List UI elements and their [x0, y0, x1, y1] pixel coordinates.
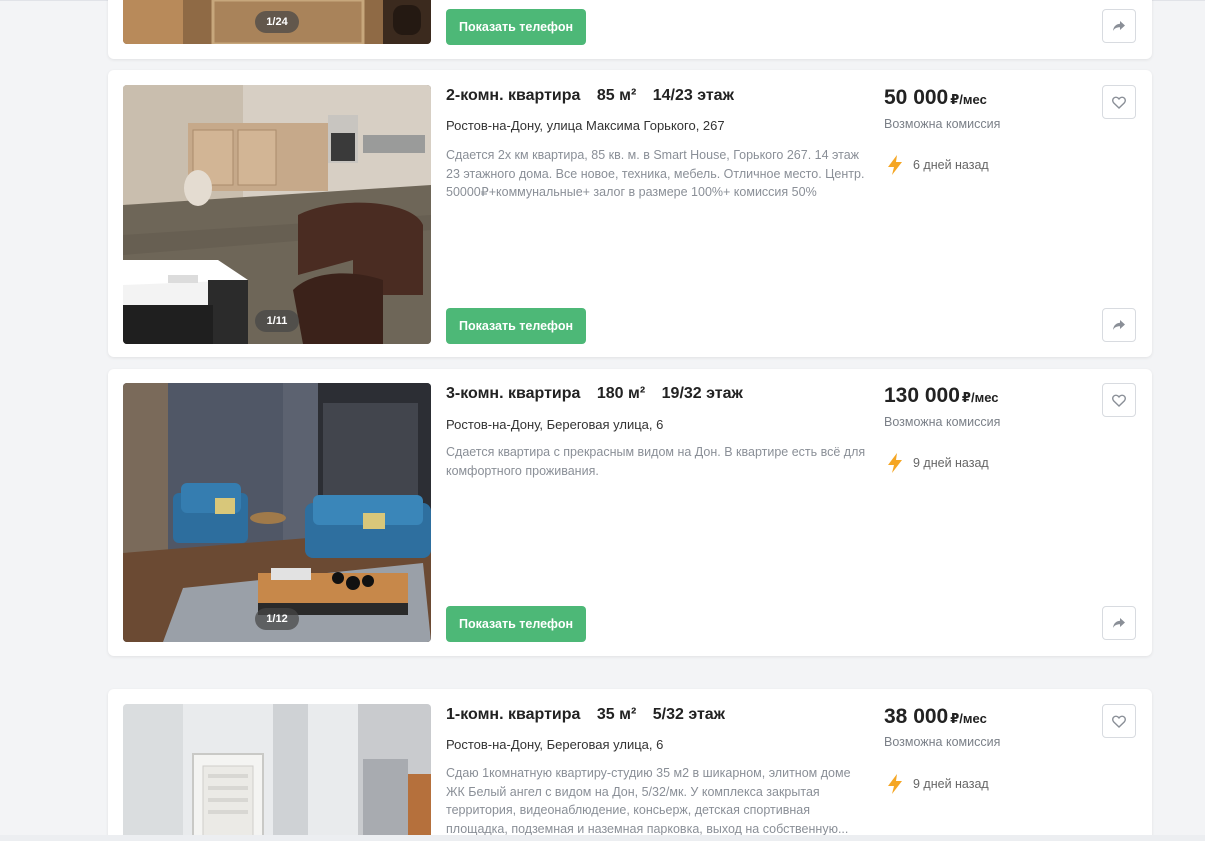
room-count: 3-комн. квартира — [446, 385, 581, 402]
description: Сдается квартира с прекрасным видом на Д… — [446, 445, 866, 478]
listing-age: 6 дней назад — [884, 154, 989, 176]
commission-note: Возможна комиссия — [884, 735, 1001, 749]
listing-photo[interactable] — [123, 704, 431, 841]
favorite-button[interactable] — [1102, 704, 1136, 738]
description: Сдаю 1комнатную квартиру-студию 35 м2 в … — [446, 766, 851, 836]
listing-photo[interactable]: 1/12 — [123, 383, 431, 642]
photo-image — [123, 85, 431, 344]
photo-image — [123, 704, 431, 841]
area: 35 м² — [596, 706, 637, 723]
listing-title[interactable]: 1-комн. квартира 35 м² 5/32 этаж — [446, 706, 737, 724]
age-text: 9 дней назад — [913, 456, 989, 470]
description: Сдается 2х км квартира, 85 кв. м. в Smar… — [446, 148, 865, 199]
commission-note: Возможна комиссия — [884, 415, 1001, 429]
floor: 19/32 этаж — [661, 385, 743, 402]
listing-age: 9 дней назад — [884, 773, 989, 795]
price: 38 000 ₽/мес — [884, 705, 987, 729]
listing-card[interactable]: 1/11 2-комн. квартира 85 м² 14/23 этаж Р… — [108, 70, 1152, 357]
floor: 14/23 этаж — [652, 87, 734, 104]
price-value: 130 000 — [884, 384, 960, 407]
listing-card[interactable]: 1/24 Показать телефон — [108, 0, 1152, 59]
listing-card[interactable]: 1-комн. квартира 35 м² 5/32 этаж Ростов-… — [108, 689, 1152, 841]
photo-counter: 1/11 — [255, 310, 299, 332]
share-arrow-icon — [1113, 320, 1125, 330]
listing-age: 9 дней назад — [884, 452, 989, 474]
address: Ростов-на-Дону, Береговая улица, 6 — [446, 737, 664, 752]
listing-photo[interactable]: 1/24 — [123, 0, 431, 44]
bottom-edge — [0, 835, 1205, 841]
favorite-button[interactable] — [1102, 85, 1136, 119]
share-arrow-icon — [1113, 21, 1125, 31]
price: 50 000 ₽/мес — [884, 86, 987, 110]
heart-icon — [1112, 394, 1126, 407]
price-value: 38 000 — [884, 705, 949, 728]
price-unit: ₽/мес — [950, 711, 987, 726]
listing-title[interactable]: 2-комн. квартира 85 м² 14/23 этаж — [446, 87, 746, 105]
age-text: 6 дней назад — [913, 158, 989, 172]
share-button[interactable] — [1102, 606, 1136, 640]
commission-note: Возможна комиссия — [884, 117, 1001, 131]
age-text: 9 дней назад — [913, 777, 989, 791]
area: 85 м² — [596, 87, 637, 104]
show-phone-button[interactable]: Показать телефон — [446, 308, 586, 344]
show-phone-button[interactable]: Показать телефон — [446, 606, 586, 642]
share-button[interactable] — [1102, 308, 1136, 342]
price-value: 50 000 — [884, 86, 949, 109]
share-arrow-icon — [1113, 618, 1125, 628]
room-count: 1-комн. квартира — [446, 706, 581, 723]
listing-photo[interactable]: 1/11 — [123, 85, 431, 344]
heart-icon — [1112, 715, 1126, 728]
room-count: 2-комн. квартира — [446, 87, 581, 104]
floor: 5/32 этаж — [652, 706, 726, 723]
price-unit: ₽/мес — [961, 390, 999, 405]
photo-image — [123, 383, 431, 642]
photo-counter: 1/12 — [255, 608, 299, 630]
price: 130 000 ₽/мес — [884, 384, 998, 408]
listing-title[interactable]: 3-комн. квартира 180 м² 19/32 этаж — [446, 385, 755, 403]
heart-icon — [1112, 96, 1126, 109]
show-phone-button[interactable]: Показать телефон — [446, 9, 586, 45]
lightning-icon — [888, 774, 902, 794]
share-button[interactable] — [1102, 9, 1136, 43]
area: 180 м² — [596, 385, 646, 402]
photo-counter: 1/24 — [255, 11, 299, 33]
favorite-button[interactable] — [1102, 383, 1136, 417]
price-unit: ₽/мес — [950, 92, 987, 107]
address: Ростов-на-Дону, Береговая улица, 6 — [446, 417, 664, 432]
lightning-icon — [888, 453, 902, 473]
address: Ростов-на-Дону, улица Максима Горького, … — [446, 118, 725, 133]
lightning-icon — [888, 155, 902, 175]
listing-card[interactable]: 1/12 3-комн. квартира 180 м² 19/32 этаж … — [108, 369, 1152, 656]
